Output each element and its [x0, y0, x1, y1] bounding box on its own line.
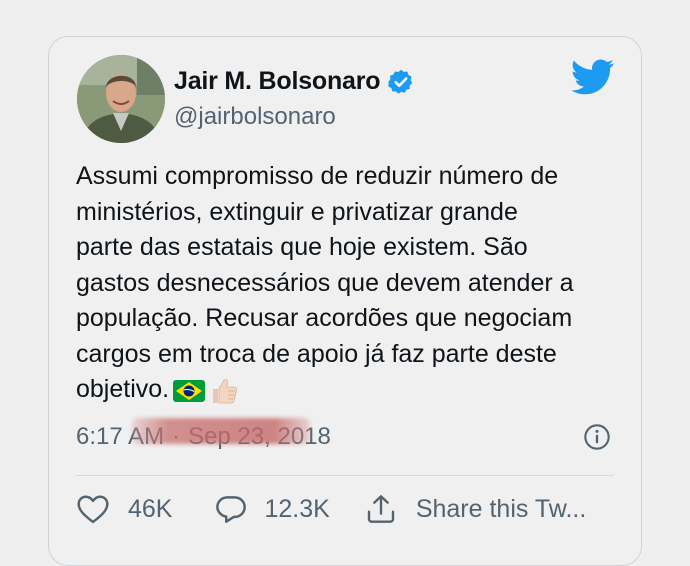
twitter-bird-icon[interactable] — [571, 59, 615, 95]
redaction-mark — [132, 418, 310, 444]
reply-icon — [214, 494, 248, 524]
author-handle[interactable]: @jairbolsonaro — [174, 103, 336, 131]
share-icon — [364, 493, 398, 525]
reply-count: 12.3K — [264, 494, 330, 523]
tweet-card[interactable]: Jair M. Bolsonaro @jairbolsonaro Assumi … — [48, 36, 642, 566]
brazil-flag-icon — [173, 378, 206, 414]
like-button[interactable]: 46K — [76, 494, 172, 524]
author-name-row[interactable]: Jair M. Bolsonaro — [174, 67, 415, 96]
tweet-body: Assumi compromisso de reduzir número de … — [76, 162, 574, 403]
thumbs-up-icon — [209, 376, 239, 417]
divider — [76, 475, 614, 476]
avatar[interactable] — [77, 55, 165, 143]
share-label: Share this Tw... — [415, 494, 587, 523]
tweet-text: Assumi compromisso de reduzir número de … — [76, 159, 626, 416]
reply-button[interactable]: 12.3K — [214, 494, 330, 524]
share-button[interactable]: Share this Tw... — [364, 493, 586, 525]
heart-icon — [76, 494, 110, 524]
tweet-actions: 46K 12.3K Share this Tw... — [76, 493, 586, 525]
info-icon[interactable] — [583, 423, 611, 451]
like-count: 46K — [128, 494, 173, 523]
verified-badge-icon — [387, 68, 415, 96]
tweet-emojis — [173, 376, 239, 417]
author-display-name[interactable]: Jair M. Bolsonaro — [174, 67, 381, 96]
